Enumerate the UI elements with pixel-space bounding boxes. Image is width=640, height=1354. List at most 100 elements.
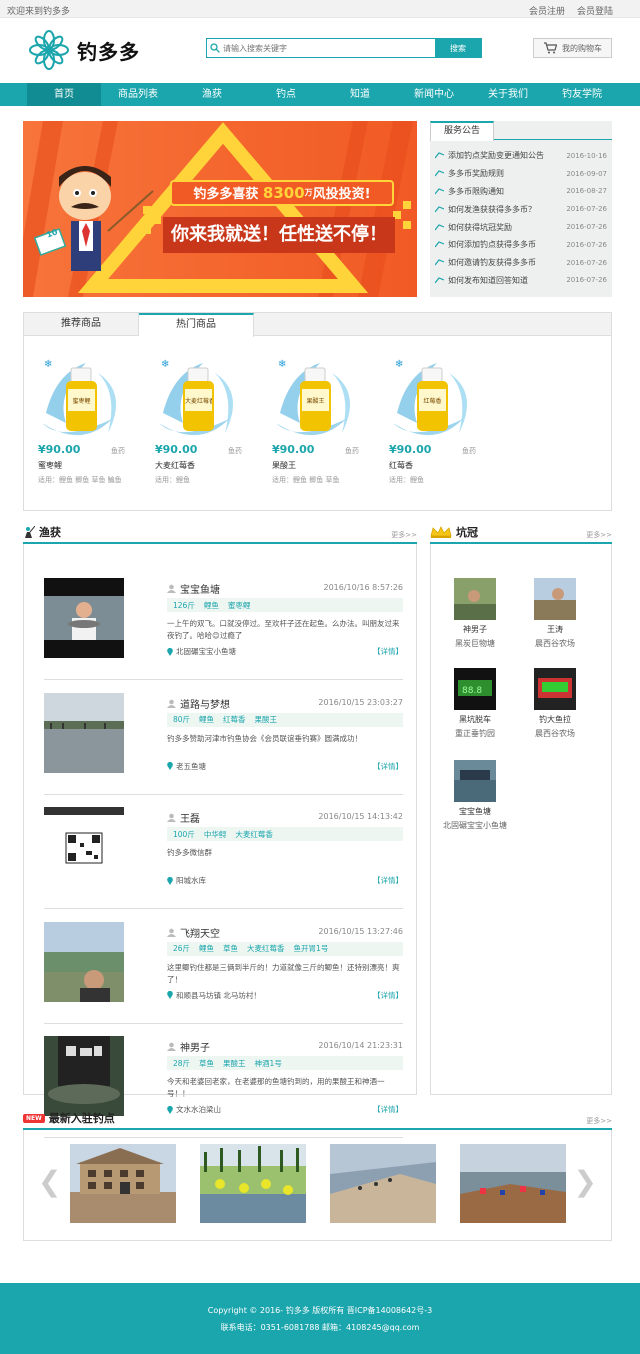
catch-username[interactable]: 道路与梦想: [180, 696, 230, 711]
catch-photo[interactable]: [44, 578, 124, 658]
register-link[interactable]: 会员注册: [529, 4, 565, 17]
catch-photo[interactable]: [44, 692, 124, 773]
champion-photo[interactable]: [534, 578, 576, 620]
catch-tag[interactable]: 果酸王: [223, 1058, 246, 1069]
champion-more-link[interactable]: 更多>>: [586, 530, 612, 540]
product-image[interactable]: ❄ 蜜枣鲤: [38, 353, 125, 439]
catch-tag[interactable]: 大麦红莓香: [247, 943, 285, 954]
carousel-next-icon[interactable]: ❯: [574, 1165, 597, 1198]
champion-name[interactable]: 神男子: [435, 624, 515, 635]
product-name[interactable]: 蜜枣鲤: [38, 460, 125, 471]
champion-card[interactable]: 宝宝鱼塘 北固碾宝宝小鱼塘: [435, 760, 515, 831]
catch-detail-link[interactable]: 【详情】: [373, 875, 403, 886]
catch-photo[interactable]: [44, 921, 124, 1002]
champion-photo[interactable]: [534, 668, 576, 710]
product-image[interactable]: ❄ 红莓香: [389, 353, 476, 439]
site-logo[interactable]: 钓多多: [27, 28, 140, 72]
nav-item-qa[interactable]: 知道: [323, 83, 397, 106]
catch-detail-link[interactable]: 【详情】: [373, 761, 403, 772]
notice-item[interactable]: 如何发渔获获得多多币？ 2016-07-26: [435, 200, 607, 218]
catch-tag[interactable]: 蜜枣鲤: [228, 600, 251, 611]
product-card[interactable]: ❄大麦红莓香¥90.00鱼药大麦红莓香适用：鲤鱼: [155, 353, 242, 486]
notice-item[interactable]: 多多币奖励规则 2016-09-07: [435, 165, 607, 183]
catch-detail-link[interactable]: 【详情】: [373, 1104, 403, 1115]
catch-tag[interactable]: 鲤鱼: [204, 600, 219, 611]
champion-card[interactable]: 神男子 黑炭巨物塘: [435, 578, 515, 649]
spot-photo-building[interactable]: [70, 1144, 176, 1223]
catch-username[interactable]: 王磊: [180, 810, 200, 825]
catch-tag[interactable]: 果酸王: [255, 714, 278, 725]
catch-tag[interactable]: 28斤: [173, 1058, 190, 1069]
champion-card[interactable]: 钓大鱼拉 晨西谷农场: [515, 668, 595, 739]
catch-tag[interactable]: 鲤鱼: [199, 714, 214, 725]
catch-tag[interactable]: 100斤: [173, 829, 195, 840]
champion-name[interactable]: 钓大鱼拉: [515, 714, 595, 725]
spot-photo-lake[interactable]: [460, 1144, 566, 1223]
catch-photo[interactable]: [44, 807, 124, 887]
champion-photo[interactable]: [454, 578, 496, 620]
nav-item-news[interactable]: 新闻中心: [397, 83, 471, 106]
promo-banner[interactable]: 钓多多喜获 8300万风投投资! 你来我就送！任性送不停！ 10: [23, 121, 417, 297]
notice-item[interactable]: 如何发布知道回答知道 2016-07-26: [435, 272, 607, 290]
catch-tag[interactable]: 草鱼: [199, 1058, 214, 1069]
nav-item-spots[interactable]: 钓点: [249, 83, 323, 106]
champion-photo[interactable]: 88.8: [454, 668, 496, 710]
catch-photo[interactable]: [44, 1036, 124, 1116]
catch-tag[interactable]: 大麦红莓香: [235, 829, 273, 840]
catch-tag[interactable]: 126斤: [173, 600, 195, 611]
notice-item[interactable]: 如何添加钓点获得多多币 2016-07-26: [435, 236, 607, 254]
search-button[interactable]: 搜索: [435, 39, 481, 57]
product-image[interactable]: ❄ 大麦红莓香: [155, 353, 242, 439]
catch-tag[interactable]: 草鱼: [223, 943, 238, 954]
catch-tag[interactable]: 神酒1号: [255, 1058, 282, 1069]
carousel-prev-icon[interactable]: ❮: [38, 1165, 61, 1198]
catch-tag[interactable]: 红莓香: [223, 714, 246, 725]
product-name[interactable]: 果酸王: [272, 460, 359, 471]
footer: Copyright © 2016- 钓多多 版权所有 晋ICP备14008642…: [0, 1283, 640, 1354]
nav-item-academy[interactable]: 钓友学院: [545, 83, 619, 106]
catch-username[interactable]: 神男子: [180, 1039, 210, 1054]
tab-recommended[interactable]: 推荐商品: [24, 313, 139, 335]
catch-username[interactable]: 宝宝鱼塘: [180, 581, 220, 596]
login-link[interactable]: 会员登陆: [577, 4, 613, 17]
champion-name[interactable]: 宝宝鱼塘: [435, 806, 515, 817]
catch-more-link[interactable]: 更多>>: [391, 530, 417, 540]
spots-carousel: ❮ ❯: [23, 1130, 612, 1241]
search-input[interactable]: [223, 39, 435, 57]
catch-tag[interactable]: 鲤鱼: [199, 943, 214, 954]
champion-name[interactable]: 黑坑脱车: [435, 714, 515, 725]
nav-item-catch[interactable]: 渔获: [175, 83, 249, 106]
product-card[interactable]: ❄ 蜜枣鲤 ¥90.00 鱼药 蜜枣鲤 适用：鲤鱼 鲫鱼 草鱼 鳊鱼: [38, 353, 125, 486]
product-name[interactable]: 大麦红莓香: [155, 460, 242, 471]
catch-tag[interactable]: 中华鲟: [204, 829, 227, 840]
notice-item[interactable]: 多多币限购通知 2016-08-27: [435, 183, 607, 201]
notice-item[interactable]: 如何获得坑冠奖励 2016-07-26: [435, 218, 607, 236]
catch-tags: 26斤 鲤鱼 草鱼 大麦红莓香 鱼开胃1号: [167, 941, 403, 956]
cart-button[interactable]: 我的购物车: [533, 38, 612, 58]
notice-item[interactable]: 如何邀请钓友获得多多币 2016-07-26: [435, 254, 607, 272]
champion-photo[interactable]: [454, 760, 496, 802]
product-card[interactable]: ❄ 红莓香 ¥90.00 鱼药 红莓香 适用：鲤鱼: [389, 353, 476, 486]
product-image[interactable]: ❄ 果酸王: [272, 353, 359, 439]
catch-tag[interactable]: 鱼开胃1号: [294, 943, 329, 954]
catch-tag[interactable]: 26斤: [173, 943, 190, 954]
spot-photo-anglers[interactable]: [200, 1144, 306, 1223]
catch-detail-link[interactable]: 【详情】: [373, 990, 403, 1001]
champion-card[interactable]: 88.8 黑坑脱车 重正垂钓园: [435, 668, 515, 739]
product-name[interactable]: 红莓香: [389, 460, 476, 471]
champion-name[interactable]: 王涛: [515, 624, 595, 635]
spots-more-link[interactable]: 更多>>: [586, 1116, 612, 1126]
product-card[interactable]: ❄ 果酸王 ¥90.00 鱼药 果酸王 适用：鲤鱼 鲫鱼 草鱼: [272, 353, 359, 486]
catch-detail-link[interactable]: 【详情】: [373, 646, 403, 657]
nav-item-home[interactable]: 首页: [27, 83, 101, 106]
product-grid: ❄蜜枣鲤¥90.00鱼药蜜枣鲤适用：鲤鱼 鲫鱼 草鱼 鳊鱼❄大麦红莓香¥90.0…: [38, 353, 476, 486]
catch-tag[interactable]: 80斤: [173, 714, 190, 725]
product-price: ¥90.00: [389, 443, 432, 456]
notice-item[interactable]: 添加钓点奖励变更通知公告 2016-10-16: [435, 147, 607, 165]
catch-username[interactable]: 飞翔天空: [180, 925, 220, 940]
tab-hot[interactable]: 热门商品: [139, 313, 254, 337]
nav-item-products[interactable]: 商品列表: [101, 83, 175, 106]
nav-item-about[interactable]: 关于我们: [471, 83, 545, 106]
champion-card[interactable]: 王涛 晨西谷农场: [515, 578, 595, 649]
spot-photo-shore[interactable]: [330, 1144, 436, 1223]
